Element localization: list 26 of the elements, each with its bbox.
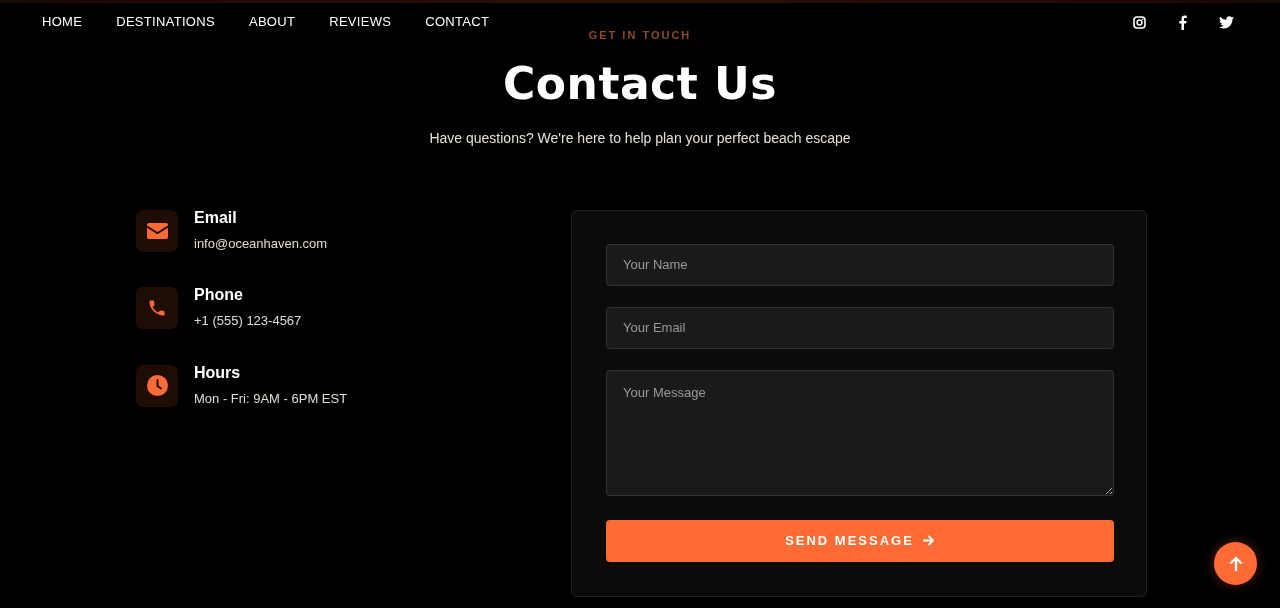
nav-link[interactable]: CONTACT — [425, 12, 490, 32]
scroll-to-top-button[interactable] — [1214, 542, 1257, 585]
contact-value: +1 (555) 123-4567 — [194, 312, 302, 330]
nav-link[interactable]: REVIEWS — [329, 12, 392, 32]
nav-link[interactable]: DESTINATIONS — [116, 12, 215, 32]
contact-label: Email — [194, 208, 238, 227]
nav-link[interactable]: HOME — [42, 12, 83, 32]
arrow-up-icon — [1227, 555, 1244, 572]
clock-icon — [146, 375, 168, 396]
text-field[interactable]: Your Name — [606, 243, 1114, 286]
contact-label: Hours — [194, 363, 242, 382]
facebook-icon[interactable] — [1178, 14, 1187, 30]
nav-link[interactable]: ABOUT — [248, 12, 296, 32]
section-eyebrow: GET IN TOUCH — [588, 28, 692, 43]
contact-value: Mon - Fri: 9AM - 6PM EST — [194, 389, 348, 408]
contact-value: info@oceanhaven.com — [194, 234, 328, 253]
text-field[interactable]: Your Email — [606, 306, 1114, 349]
twitter-icon[interactable] — [1219, 15, 1234, 29]
subtitle: Have questions? We're here to help plan your perfect beach escape — [429, 128, 851, 148]
instagram-icon[interactable] — [1133, 15, 1146, 29]
contact-label: Phone — [194, 286, 244, 304]
phone-icon — [147, 298, 167, 318]
message-field[interactable]: Your Message — [606, 369, 1114, 496]
page-title: Contact Us — [503, 61, 777, 106]
envelope-icon — [146, 222, 168, 239]
arrow-right-icon — [922, 535, 935, 546]
